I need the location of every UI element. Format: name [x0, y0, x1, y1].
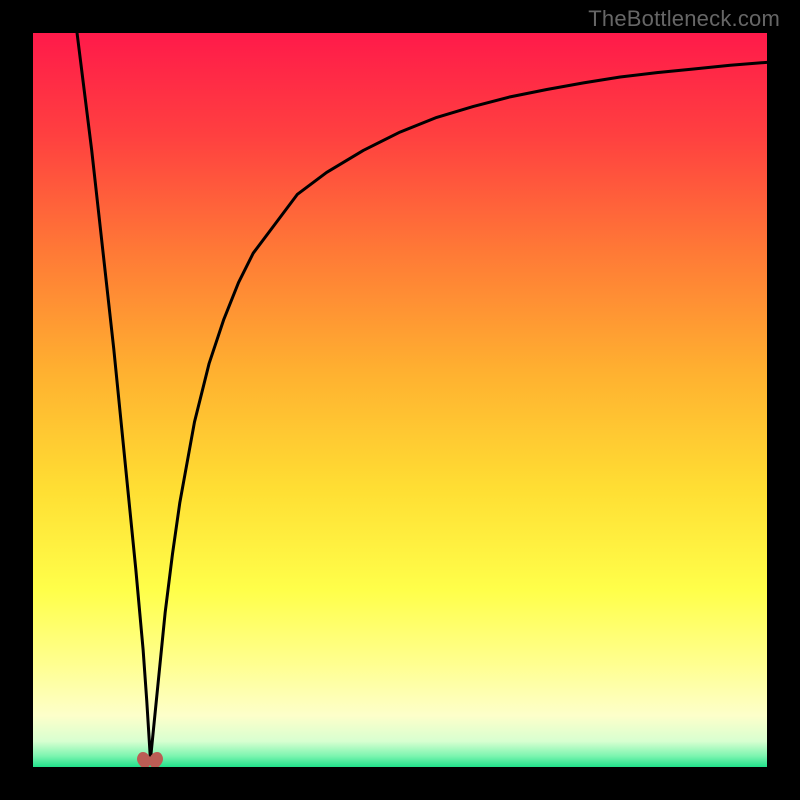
- chart-frame: TheBottleneck.com: [0, 0, 800, 800]
- bottleneck-curve: [33, 33, 767, 767]
- watermark-text: TheBottleneck.com: [588, 6, 780, 32]
- plot-area: [33, 33, 767, 767]
